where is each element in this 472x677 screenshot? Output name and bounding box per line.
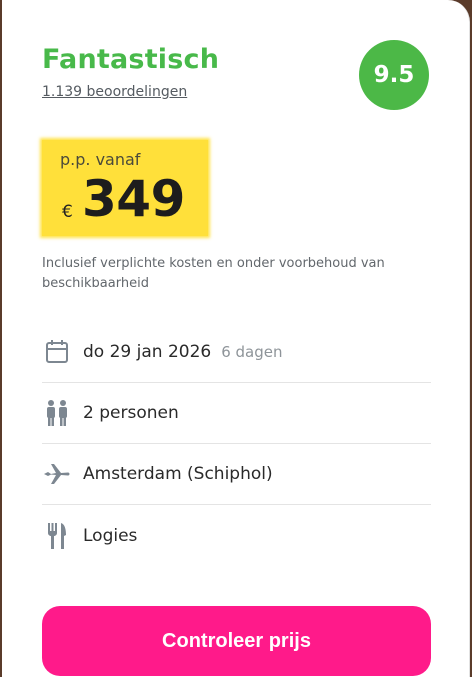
reviews-link[interactable]: 1.139 beoordelingen: [42, 84, 187, 100]
currency-symbol: €: [62, 202, 73, 222]
rating-label: Fantastisch: [42, 44, 220, 75]
trip-details: do 29 jan 2026 6 dagen 2 personen Amster…: [42, 322, 431, 566]
detail-row-persons: 2 personen: [42, 383, 431, 444]
detail-label: do 29 jan 2026: [83, 342, 212, 362]
check-price-button[interactable]: Controleer prijs: [42, 606, 431, 676]
detail-row-date: do 29 jan 2026 6 dagen: [42, 322, 431, 383]
detail-row-departure: Amsterdam (Schiphol): [42, 444, 431, 505]
price-prefix: p.p. vanaf: [60, 150, 141, 169]
persons-icon: [42, 398, 72, 428]
price-box: p.p. vanaf € 349: [42, 140, 208, 236]
calendar-icon: [42, 337, 72, 367]
detail-label: 2 personen: [83, 403, 179, 423]
detail-row-board: Logies: [42, 505, 431, 566]
detail-sub: 6 dagen: [221, 343, 283, 361]
airplane-icon: [42, 459, 72, 489]
detail-label: Logies: [83, 525, 138, 546]
booking-card: Fantastisch 1.139 beoordelingen 9.5 p.p.…: [2, 0, 470, 677]
score-badge: 9.5: [359, 40, 429, 110]
cutlery-icon: [42, 521, 72, 551]
price-disclaimer: Inclusief verplichte kosten en onder voo…: [42, 256, 385, 291]
price-amount: 349: [82, 170, 185, 228]
detail-label: Amsterdam (Schiphol): [83, 464, 273, 484]
